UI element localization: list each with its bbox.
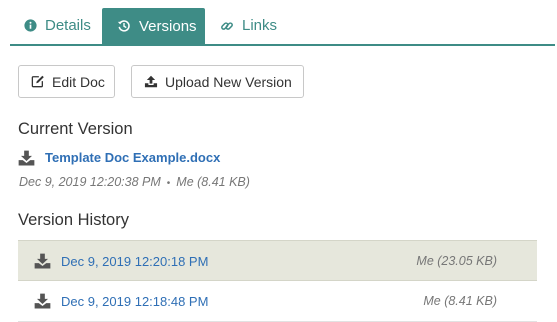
tab-details[interactable]: Details <box>24 8 91 43</box>
upload-icon <box>144 75 158 88</box>
history-version-link[interactable]: Dec 9, 2019 12:20:18 PM <box>61 254 208 269</box>
edit-doc-button[interactable]: Edit Doc <box>18 65 115 98</box>
link-icon <box>220 19 234 33</box>
download-icon[interactable] <box>34 253 51 269</box>
download-icon[interactable] <box>34 293 51 309</box>
current-version-heading: Current Version <box>18 120 133 138</box>
history-version-meta: Me (23.05 KB) <box>416 254 497 268</box>
history-row: Dec 9, 2019 12:18:48 PM Me (8.41 KB) <box>18 281 537 322</box>
current-file-link[interactable]: Template Doc Example.docx <box>45 150 220 165</box>
current-version-size: Me (8.41 KB) <box>176 175 250 189</box>
current-version-date: Dec 9, 2019 12:20:38 PM <box>19 175 161 189</box>
tab-links[interactable]: Links <box>220 8 277 43</box>
history-row: Dec 9, 2019 12:20:18 PM Me (23.05 KB) <box>18 240 537 281</box>
tab-versions[interactable]: Versions <box>102 8 205 44</box>
history-version-link[interactable]: Dec 9, 2019 12:18:48 PM <box>61 294 208 309</box>
info-circle-icon <box>24 19 37 32</box>
tab-bar: Details Versions Links <box>10 8 555 46</box>
edit-doc-label: Edit Doc <box>52 73 105 90</box>
tab-details-label: Details <box>45 17 91 34</box>
tab-links-label: Links <box>242 17 278 34</box>
edit-icon <box>31 75 45 88</box>
tab-versions-label: Versions <box>139 17 197 35</box>
version-history-heading: Version History <box>18 211 129 229</box>
history-icon <box>117 19 131 33</box>
upload-new-version-button[interactable]: Upload New Version <box>131 65 304 98</box>
upload-new-version-label: Upload New Version <box>165 73 292 90</box>
current-version-meta: Dec 9, 2019 12:20:38 PM • Me (8.41 KB) <box>19 175 250 189</box>
history-version-meta: Me (8.41 KB) <box>423 294 497 308</box>
separator-dot: • <box>166 178 171 189</box>
download-icon[interactable] <box>18 150 35 166</box>
